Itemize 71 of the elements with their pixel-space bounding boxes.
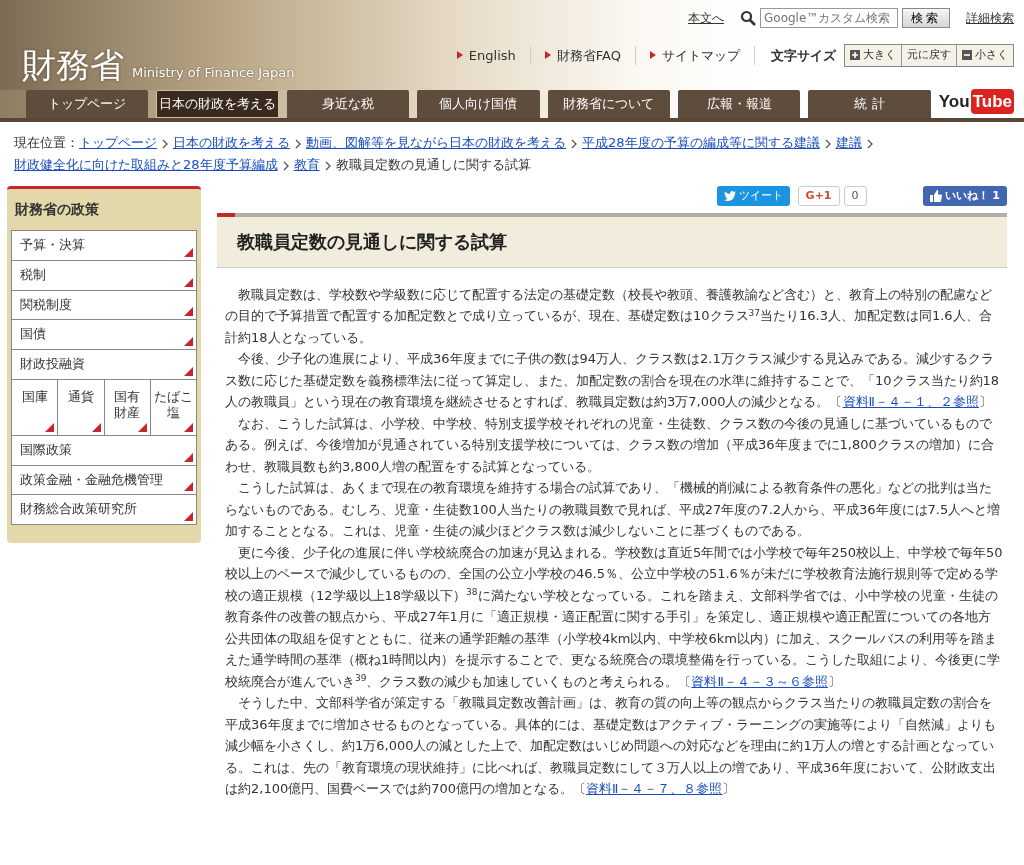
breadcrumb-link[interactable]: 動画、図解等を見ながら日本の財政を考える	[306, 135, 566, 150]
nav-tab[interactable]: 個人向け国債	[417, 90, 540, 118]
paragraph: 更に今後、少子化の進展に伴い学校統廃合の加速が見込まれる。学校数は直近5年間では小学校で毎年250校以上、中学校で毎年50校以上のペースで減少しているものの、全国の公立小学校の46.5％、公立中学校の51.6％が未だに学校教育法施行規則等で定める学校の適正規模（12学級以上18学級以下）$^{38}$に満たない学校となっている。これを踏まえ、文部科学省では、小中学校の児童・生徒の教育条件の改善の観点から、平成27年1月に「適正規模・適正配置に関する手引」を策定し、適正規模や適正配置についての各地方公共団体の取組を促すとともに、従来の通学距離の基準（小学校4km以内、中学校6km以内）に加え、スクールバスの利用等を踏まえた通学時間の基準（概ね1時間以内）を提示することで、更なる統廃合の環境整備を行っている。こうした取組により、今後更に学校統廃合が進んでいき$^{39}$、クラス数の減少も加速していくものと考えられる。〔資料Ⅱ－４－３～６参照〕	[225, 543, 1003, 691]
sidebar-item[interactable]: 税制	[12, 260, 196, 290]
sidebar-item[interactable]: 予算・決算	[12, 231, 196, 260]
sidebar-item[interactable]: たばこ 塩	[150, 379, 196, 435]
reference-link[interactable]: 資料Ⅱ－４－３～６参照	[691, 673, 828, 689]
breadcrumb-link[interactable]: 教育	[293, 157, 320, 172]
reference-link[interactable]: 資料Ⅱ－４－１、２参照	[842, 394, 979, 410]
chevron-icon	[162, 138, 168, 149]
header-link[interactable]: 財務省FAQ	[530, 45, 636, 65]
breadcrumb-link[interactable]: 平成28年度の予算の編成等に関する建議	[582, 135, 820, 150]
sidebar-item[interactable]: 国際政策	[12, 435, 196, 465]
paragraph: 教職員定数は、学校数や学級数に応じて配置する法定の基礎定数（校長や教頭、養護教諭など含む）と、教育上の特別の配慮などの目的で予算措置で配置する加配定数とで成り立っているが、現在、基礎定数は10クラス$^{37}$当たり16.3人、加配定数は同1.6人、合計約18人となっている。	[225, 285, 993, 347]
bird-icon	[723, 191, 736, 201]
sidebar-item[interactable]: 政策金融・金融危機管理	[12, 465, 196, 495]
sidebar-title: 財務省の政策	[14, 200, 100, 219]
breadcrumb-link[interactable]: 日本の財政を考える	[173, 135, 290, 150]
chevron-icon	[282, 160, 289, 171]
paragraph: 今後、少子化の進展により、平成36年度までに子供の数は94万人、クラス数は2.1万クラス減少する見込みである。減少するクラス数に応じた基礎定数を義務標準法に従って算定し、また、加配定数の割合を現在の水準に維持することで、「10クラス当たり約18人の教職員」という現在の教育環境を継続させるとすれば、教職員定数は約3万7,000人の減少となる。〔資料Ⅱ－４－１、２参照〕	[225, 350, 1001, 412]
google-plus-button[interactable]: G+1	[797, 186, 840, 206]
sidebar-item[interactable]: 国債	[12, 320, 196, 349]
sidebar-item[interactable]: 国庫	[12, 379, 58, 435]
reference-link[interactable]: 資料Ⅱ－４－７、８参照	[586, 781, 723, 797]
search-button[interactable]: 検索	[902, 8, 950, 28]
triangle-icon	[650, 51, 656, 60]
search-field[interactable]: Google™カスタム検索	[760, 8, 898, 28]
article-title: 教職員定数の見通しに関する試算	[217, 213, 1007, 268]
chevron-icon	[824, 138, 831, 149]
advanced-search-link[interactable]: 詳細検索	[966, 9, 1014, 27]
site-logo[interactable]: 財務省	[22, 48, 124, 82]
font-size-label: 文字サイズ	[771, 46, 836, 65]
paragraph: こうした試算は、あくまで現在の教育環境を維持する場合の試算であり、「機械的削減による教育条件の悪化」などの批判は当たらないものである。むしろ、児童・生徒数100人当たりの教職員数で見れば、平成27年度の7.2人から、平成36年度には7.5人へと増加することとなる。これは、児童・生徒の減少ほどクラス数は減少しないことに基づくものである。	[225, 479, 1002, 541]
breadcrumb-current: 教職員定数の見通しに関する試算	[335, 157, 531, 172]
chevron-icon	[324, 160, 331, 171]
plus-icon	[850, 50, 860, 61]
sidebar-item[interactable]: 財務総合政策研究所	[12, 495, 196, 524]
paragraph: なお、こうした試算は、小学校、中学校、特別支援学校それぞれの児童・生徒数、クラス数の今後の見通しに基づいているものである。例えば、今後増加が見通されている特別支援学校については、クラス数の増加（平成36年度までに1,800クラスの増加）に合わせ、教職員数も約3,800人増の配置をする試算となっている。	[225, 414, 995, 476]
chevron-icon	[571, 138, 577, 149]
font-size-button[interactable]: 小さく	[956, 45, 1013, 66]
paragraph: そうした中、文部科学省が策定する「教職員定数改善計画」は、教育の質の向上等の観点からクラス当たりの教職員定数の割合を平成36年度までに増加させるものとなっている。具体的には、基礎定数はアクティブ・ラーニングの実施等により「自然減」よりも減少幅を小さくし、約1万6,000人の減とした上で、加配定数はいじめ問題への対応などを理由に約1万人の増とする計画となっている。これは、先の「教育環境の現状維持」に比べれば、教職員定数にして３万人以上の増であり、平成36年度において、公財政支出は約2,100億円、国費ベースでは約700億円の増加となる。〔資料Ⅱ－４－７、８参照〕	[225, 694, 997, 799]
chevron-icon	[866, 138, 873, 149]
breadcrumb-link[interactable]: 財政健全化に向けた取組みと28年度予算編成	[14, 157, 278, 172]
chevron-icon	[295, 138, 301, 149]
nav-tab[interactable]: 日本の財政を考える	[156, 90, 279, 118]
breadcrumb-link[interactable]: 建議	[835, 135, 862, 150]
sidebar-item[interactable]: 国有 財産	[104, 379, 150, 435]
header-link[interactable]: サイトマップ	[636, 45, 755, 65]
sidebar-item[interactable]: 関税制度	[12, 290, 196, 320]
font-size-button[interactable]: 元に戻す	[901, 45, 956, 66]
skip-link[interactable]: 本文へ	[688, 9, 724, 27]
font-size-button[interactable]: 大きく	[845, 45, 901, 66]
like-button[interactable]: いいね！ 1	[922, 186, 1007, 206]
sidebar-item[interactable]: 財政投融資	[12, 350, 196, 379]
corner-triangle-icon	[184, 512, 193, 521]
nav-tab[interactable]: 統 計	[808, 90, 931, 118]
nav-tab[interactable]: 財務省について	[547, 90, 670, 118]
search-icon	[740, 10, 756, 26]
minus-icon	[962, 50, 972, 61]
nav-tab[interactable]: トップページ	[26, 90, 149, 118]
header-link[interactable]: English	[442, 45, 531, 65]
nav-tab[interactable]: 身近な税	[286, 90, 410, 118]
site-logo-subtitle: Ministry of Finance Japan	[132, 63, 295, 82]
nav-tab[interactable]: 広報・報道	[677, 90, 801, 118]
breadcrumb-label: 現在位置：	[14, 135, 79, 150]
triangle-icon	[456, 51, 463, 60]
sidebar-item[interactable]: 通貨	[58, 379, 104, 435]
triangle-icon	[544, 51, 551, 60]
thumbs-up-icon	[929, 190, 942, 202]
share-count: 0	[843, 186, 867, 206]
breadcrumb-link[interactable]: トップページ	[79, 135, 157, 150]
